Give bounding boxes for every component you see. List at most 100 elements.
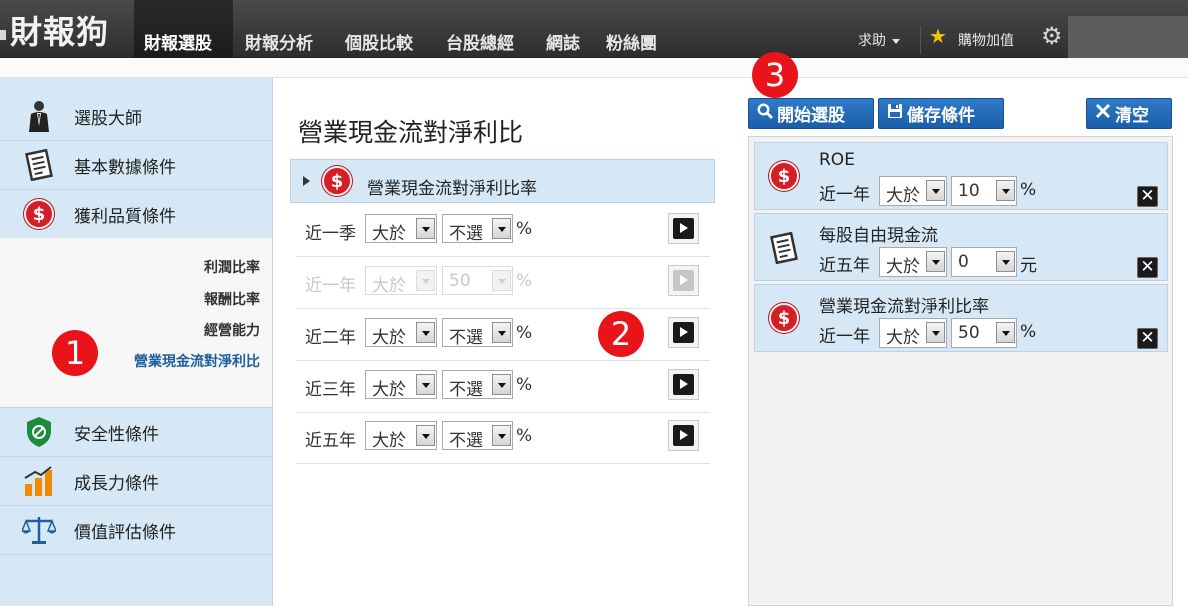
dollar-icon: $ bbox=[22, 197, 56, 231]
start-screening-label: 開始選股 bbox=[777, 106, 845, 126]
nav-item-financial-analysis[interactable]: 財報分析 bbox=[245, 29, 313, 54]
operator-select[interactable]: 大於 bbox=[879, 176, 947, 206]
period-label: 近五年 bbox=[819, 256, 870, 276]
period-label: 近一年 bbox=[819, 185, 870, 205]
close-icon: ✕ bbox=[1140, 328, 1155, 348]
period-label: 近一年 bbox=[305, 276, 356, 296]
sidebar-item-valuation[interactable]: 價值評估條件 bbox=[0, 506, 272, 555]
value-select[interactable]: 不選 bbox=[442, 370, 513, 400]
submenu-item-cashflow-net-income[interactable]: 營業現金流對淨利比 bbox=[134, 351, 260, 371]
add-criteria-button[interactable] bbox=[668, 317, 699, 348]
document-icon bbox=[22, 148, 56, 182]
period-label: 近一年 bbox=[819, 327, 870, 347]
chevron-down-icon bbox=[416, 425, 435, 446]
gear-icon[interactable]: ⚙ bbox=[1041, 24, 1063, 48]
value-select[interactable]: 不選 bbox=[442, 421, 513, 451]
dollar-icon: $ bbox=[769, 303, 799, 333]
save-criteria-label: 儲存條件 bbox=[907, 106, 975, 126]
document-icon bbox=[769, 231, 799, 268]
help-label: 求助 bbox=[858, 33, 886, 49]
chevron-down-icon bbox=[892, 38, 900, 44]
operator-select[interactable]: 大於 bbox=[879, 318, 947, 348]
value-select[interactable]: 0 bbox=[951, 247, 1017, 277]
star-icon: ★ bbox=[929, 24, 947, 48]
add-criteria-button[interactable] bbox=[668, 420, 699, 451]
nav-item-stock-compare[interactable]: 個股比較 bbox=[345, 29, 413, 54]
operator-select[interactable]: 大於 bbox=[879, 247, 947, 277]
sidebar-item-label: 安全性條件 bbox=[74, 424, 159, 445]
chevron-down-icon bbox=[492, 374, 511, 395]
growth-bars-icon bbox=[22, 464, 56, 498]
chevron-down-icon bbox=[416, 322, 435, 343]
dollar-icon: $ bbox=[769, 161, 799, 191]
nav-item-macro[interactable]: 台股總經 bbox=[446, 29, 514, 54]
selected-criteria-card: $ 營業現金流對淨利比率 近一年 大於 50 % ✕ bbox=[754, 284, 1168, 352]
nav-item-fan-page[interactable]: 粉絲團 bbox=[606, 29, 657, 54]
period-label: 近一季 bbox=[305, 224, 356, 244]
clear-button[interactable]: 清空 bbox=[1086, 98, 1172, 129]
criteria-row-three-years: 近三年 大於 不選 % bbox=[296, 361, 710, 413]
submenu-item-profit-ratio[interactable]: 利潤比率 bbox=[204, 257, 260, 277]
sidebar-submenu: 利潤比率 報酬比率 經營能力 營業現金流對淨利比 bbox=[0, 238, 272, 408]
period-label: 近二年 bbox=[305, 328, 356, 348]
nav-item-blog[interactable]: 網誌 bbox=[546, 29, 580, 54]
criteria-title: ROE bbox=[819, 150, 855, 170]
value-select[interactable]: 不選 bbox=[442, 318, 513, 348]
sidebar-item-label: 成長力條件 bbox=[74, 473, 159, 494]
step-marker-1: 1 bbox=[52, 330, 98, 376]
chevron-down-icon bbox=[996, 251, 1015, 272]
remove-criteria-button[interactable]: ✕ bbox=[1137, 186, 1158, 207]
play-icon bbox=[673, 322, 694, 343]
criteria-group-header[interactable]: $ 營業現金流對淨利比率 bbox=[290, 159, 715, 203]
chevron-down-icon bbox=[926, 251, 945, 272]
submenu-item-operating-ability[interactable]: 經營能力 bbox=[204, 320, 260, 340]
play-icon bbox=[673, 270, 694, 291]
search-icon bbox=[757, 103, 773, 124]
add-criteria-button[interactable] bbox=[668, 213, 699, 244]
nav-item-stock-screener[interactable]: 財報選股 bbox=[144, 29, 212, 54]
operator-select[interactable]: 大於 bbox=[365, 421, 437, 451]
top-navigation-bar: 財報狗 財報選股 財報分析 個股比較 台股總經 網誌 粉絲團 求助 ★ 購物加值… bbox=[0, 0, 1188, 58]
operator-select[interactable]: 大於 bbox=[365, 370, 437, 400]
start-screening-button[interactable]: 開始選股 bbox=[748, 98, 874, 129]
site-logo[interactable]: 財報狗 bbox=[0, 10, 109, 51]
value-select: 50 bbox=[442, 266, 513, 295]
chevron-down-icon bbox=[926, 180, 945, 201]
add-criteria-button[interactable] bbox=[668, 369, 699, 400]
unit-label: % bbox=[1020, 180, 1037, 200]
sidebar-item-safety[interactable]: 安全性條件 bbox=[0, 408, 272, 457]
operator-select[interactable]: 大於 bbox=[365, 318, 437, 348]
submenu-item-return-ratio[interactable]: 報酬比率 bbox=[204, 289, 260, 309]
value-select[interactable]: 不選 bbox=[442, 214, 513, 244]
criteria-title: 營業現金流對淨利比率 bbox=[819, 297, 989, 317]
sidebar-item-label: 價值評估條件 bbox=[74, 522, 176, 543]
close-icon: ✕ bbox=[1140, 257, 1155, 277]
sidebar-item-label: 基本數據條件 bbox=[74, 157, 176, 178]
step-marker-3: 3 bbox=[752, 52, 798, 98]
remove-criteria-button[interactable]: ✕ bbox=[1137, 328, 1158, 349]
chevron-down-icon bbox=[492, 270, 511, 291]
close-icon bbox=[1095, 103, 1111, 124]
sidebar-item-growth[interactable]: 成長力條件 bbox=[0, 457, 272, 506]
sidebar-item-profit-quality[interactable]: $ 獲利品質條件 bbox=[0, 190, 272, 239]
close-icon: ✕ bbox=[1140, 186, 1155, 206]
sidebar-item-stock-master[interactable]: 選股大師 bbox=[0, 92, 272, 141]
user-account-area[interactable] bbox=[1068, 16, 1188, 58]
scales-icon bbox=[22, 513, 56, 547]
unit-label: % bbox=[516, 375, 533, 395]
cart-link[interactable]: 購物加值 bbox=[958, 30, 1014, 50]
selected-criteria-card: 每股自由現金流 近五年 大於 0 元 ✕ bbox=[754, 213, 1168, 281]
unit-label: % bbox=[516, 323, 533, 343]
chevron-down-icon bbox=[492, 425, 511, 446]
remove-criteria-button[interactable]: ✕ bbox=[1137, 257, 1158, 278]
save-criteria-button[interactable]: 儲存條件 bbox=[878, 98, 1004, 129]
value-select[interactable]: 50 bbox=[951, 318, 1017, 348]
value-select[interactable]: 10 bbox=[951, 176, 1017, 206]
operator-select[interactable]: 大於 bbox=[365, 214, 437, 244]
sidebar-item-basic-data[interactable]: 基本數據條件 bbox=[0, 141, 272, 190]
sidebar: 選股大師 基本數據條件 $ 獲利品質條件 利潤比率 報酬比率 經營能力 營業現金… bbox=[0, 78, 273, 606]
caret-right-icon bbox=[303, 176, 310, 186]
selected-criteria-card: $ ROE 近一年 大於 10 % ✕ bbox=[754, 142, 1168, 210]
unit-label: % bbox=[516, 426, 533, 446]
help-menu[interactable]: 求助 bbox=[858, 30, 900, 50]
